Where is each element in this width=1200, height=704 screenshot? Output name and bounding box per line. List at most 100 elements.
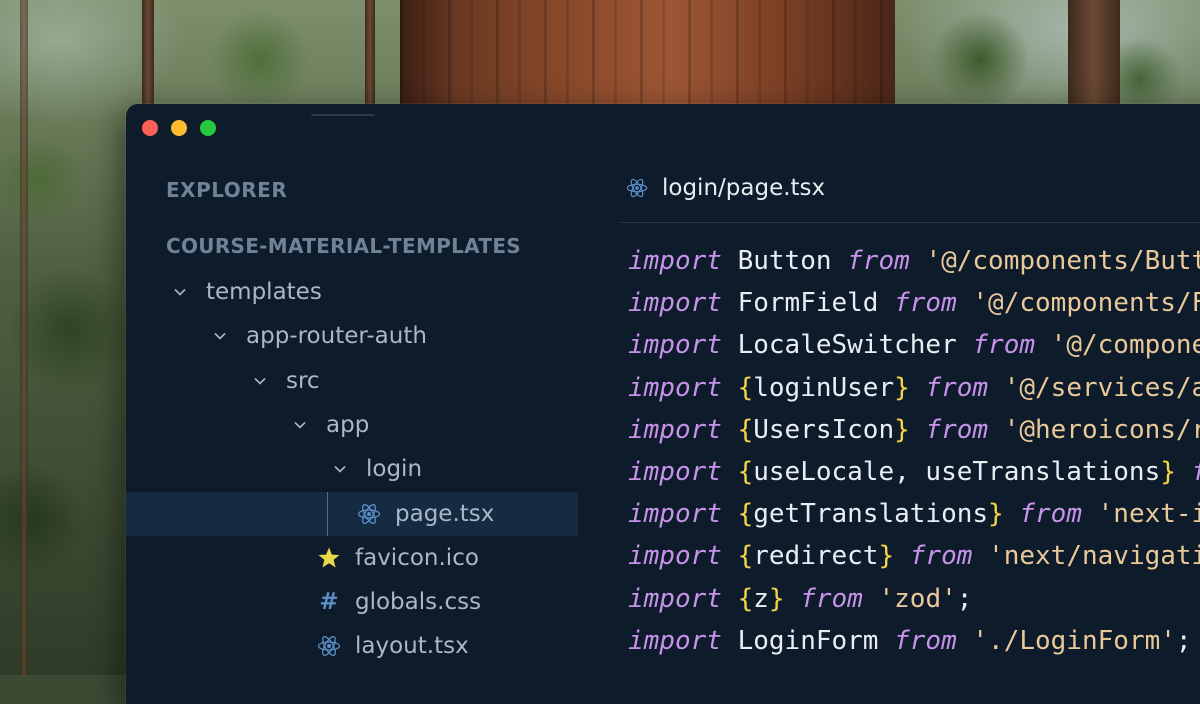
tree-item-src[interactable]: src [126,359,578,403]
tree-item-label: favicon.ico [355,544,479,571]
keyword-from: from [909,541,973,572]
import-identifier: useLocale, useTranslations [753,456,1161,487]
close-brace: } [988,499,1004,530]
keyword-from: from [800,583,863,614]
tree-item-page-tsx[interactable]: page.tsx [126,491,578,536]
close-brace: } [1160,456,1176,487]
keyword-import: import [628,288,722,319]
tab-login-page[interactable]: login/page.tsx [626,168,825,208]
open-brace: { [737,541,754,572]
chevron-down-icon [208,329,232,343]
import-identifier: z [753,583,769,614]
keyword-import: import [628,246,722,276]
tree-item-label: page.tsx [395,500,495,527]
code-line: import {UsersIcon} from '@heroicons/reac… [628,409,1200,451]
import-identifier: LoginForm [737,625,879,656]
tree-item-favicon-ico[interactable]: favicon.ico [126,536,578,580]
tree-item-label: app [326,411,370,438]
open-brace: { [737,456,754,487]
close-brace: } [768,583,785,614]
tree-item-login[interactable]: login [126,447,578,491]
module-path-string: './LoginForm' [972,625,1176,656]
semicolon: ; [956,583,973,614]
module-path-string: 'next/navigation' [988,541,1200,572]
tree-item-globals-css[interactable]: # globals.css [126,580,578,624]
chevron-down-icon [168,285,192,299]
keyword-from: from [1192,457,1200,487]
keyword-from: from [847,246,910,276]
import-identifier: redirect [753,541,879,572]
keyword-from: from [972,330,1036,361]
keyword-import: import [628,414,722,445]
chevron-down-icon [248,374,272,388]
tree-item-app-router-auth[interactable]: app-router-auth [126,314,578,358]
import-identifier: UsersIcon [753,414,895,445]
close-brace: } [878,541,895,572]
tree-item-layout-tsx[interactable]: layout.tsx [126,624,578,668]
code-line: import FormField from '@/components/Form… [628,282,1200,324]
project-folder-header[interactable]: COURSE-MATERIAL-TEMPLATES [166,234,521,258]
code-line: import {getTranslations} from 'next-intl… [628,493,1200,535]
tree-item-templates[interactable]: templates [126,270,578,314]
import-identifier: LocaleSwitcher [737,330,957,361]
close-brace: } [894,414,910,445]
explorer-title: EXPLORER [166,178,288,202]
close-brace: } [894,372,910,403]
keyword-import: import [628,372,722,403]
code-line: import {z} from 'zod'; [628,578,1200,620]
keyword-from: from [925,414,989,445]
tree-item-label: layout.tsx [355,633,469,660]
module-path-string: '@heroicons/react/24/solid' [1003,414,1200,445]
hash-icon: # [319,589,339,616]
code-area[interactable]: import Button from '@/components/Button'… [628,240,1200,662]
tab-divider [620,222,1200,223]
keyword-from: from [1019,499,1082,530]
tree-item-label: globals.css [355,589,482,616]
open-brace: { [737,583,754,614]
open-brace: { [737,499,754,530]
import-identifier: loginUser [753,372,895,403]
tree-item-label: app-router-auth [246,323,427,350]
editor-window: EXPLORER COURSE-MATERIAL-TEMPLATES templ… [126,104,1200,704]
tab-label: login/page.tsx [662,175,826,201]
indent-guide [327,491,328,536]
module-path-string: '@/components/FormField' [972,288,1200,319]
keyword-from: from [925,372,989,403]
keyword-import: import [628,541,722,572]
import-identifier: Button [737,246,832,276]
code-line: import {loginUser} from '@/services/auth… [628,367,1200,409]
tree-item-app[interactable]: app [126,403,578,447]
module-path-string: '@/components/Button' [925,246,1200,276]
tree-item-label: src [286,367,320,394]
tree-item-label: login [366,456,423,483]
react-icon [317,634,341,658]
keyword-import: import [628,330,722,361]
keyword-import: import [628,583,722,614]
code-line: import Button from '@/components/Button'… [628,240,1200,282]
open-brace: { [737,372,754,403]
